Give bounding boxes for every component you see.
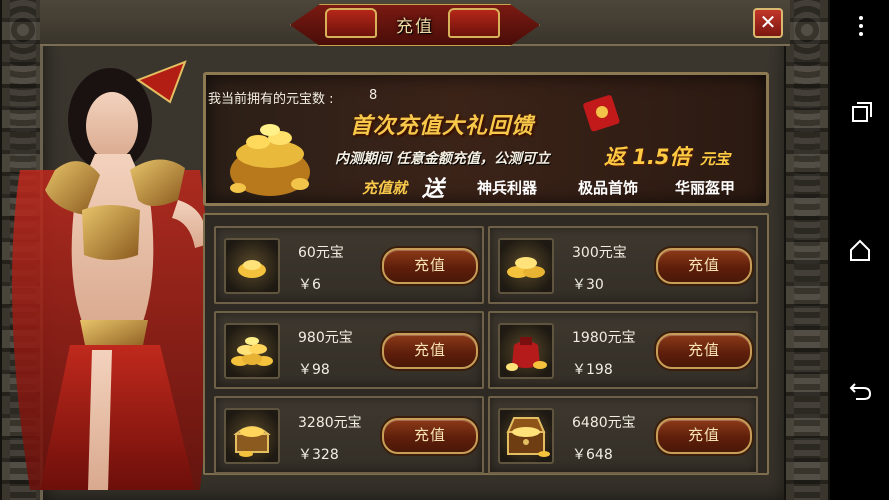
red-envelope-icon xyxy=(583,95,620,132)
package-name: 3280元宝 xyxy=(298,415,362,431)
gold-chest-icon xyxy=(224,408,280,464)
package-name: 300元宝 xyxy=(572,245,627,261)
ingot-count-value: 8 xyxy=(369,88,378,103)
back-icon[interactable] xyxy=(846,375,874,403)
banner-title: 首次充值大礼回馈 xyxy=(350,114,535,139)
gold-ingot-pile-icon xyxy=(498,238,554,294)
recharge-button[interactable]: 充值 xyxy=(382,333,478,369)
banner-reward-weapon: 神兵利器 xyxy=(477,179,538,197)
ingot-count-label: 我当前拥有的元宝数 : xyxy=(208,92,334,107)
recharge-button[interactable]: 充值 xyxy=(382,418,478,454)
overflow-menu-icon[interactable] xyxy=(859,16,863,40)
package-name: 980元宝 xyxy=(298,330,353,346)
home-icon[interactable] xyxy=(846,236,874,264)
gold-pot-icon xyxy=(230,124,310,196)
banner-reward-armor: 华丽盔甲 xyxy=(675,179,736,197)
package-tile-300: 300元宝 ￥30 充值 xyxy=(488,226,758,304)
page-title: 充值 xyxy=(396,17,434,37)
character-illustration xyxy=(12,60,210,490)
package-price: ￥198 xyxy=(572,362,613,378)
package-price: ￥6 xyxy=(298,277,321,293)
close-button[interactable]: ✕ xyxy=(753,8,783,38)
gold-ingot-small-icon xyxy=(224,238,280,294)
recharge-button[interactable]: 充值 xyxy=(656,418,752,454)
package-name: 1980元宝 xyxy=(572,330,636,346)
package-price: ￥30 xyxy=(572,277,604,293)
package-tile-60: 60元宝 ￥6 充值 xyxy=(214,226,484,304)
package-name: 6480元宝 xyxy=(572,415,636,431)
recent-apps-icon[interactable] xyxy=(846,98,874,126)
package-tile-3280: 3280元宝 ￥328 充值 xyxy=(214,396,484,474)
package-tile-980: 980元宝 ￥98 充值 xyxy=(214,311,484,389)
treasure-chest-icon xyxy=(498,408,554,464)
recharge-button[interactable]: 充值 xyxy=(656,248,752,284)
banner-subtitle: 内测期间 任意金额充值，公测可立 xyxy=(335,151,550,167)
package-price: ￥648 xyxy=(572,447,613,463)
banner-reward-send: 送 xyxy=(422,177,445,202)
banner-reward-jewelry: 极品首饰 xyxy=(578,179,639,197)
package-price: ￥328 xyxy=(298,447,339,463)
right-stone-pillar xyxy=(784,0,830,500)
package-name: 60元宝 xyxy=(298,245,344,261)
recharge-button[interactable]: 充值 xyxy=(382,248,478,284)
banner-bonus: 返 1.5倍 xyxy=(604,145,691,169)
banner-bonus-unit: 元宝 xyxy=(700,150,731,168)
package-tile-1980: 1980元宝 ￥198 充值 xyxy=(488,311,758,389)
banner-reward-prefix: 充值就 xyxy=(362,179,408,197)
gold-ingot-heap-icon xyxy=(224,323,280,379)
recharge-button[interactable]: 充值 xyxy=(656,333,752,369)
gold-pouch-icon xyxy=(498,323,554,379)
package-price: ￥98 xyxy=(298,362,330,378)
package-tile-6480: 6480元宝 ￥648 充值 xyxy=(488,396,758,474)
